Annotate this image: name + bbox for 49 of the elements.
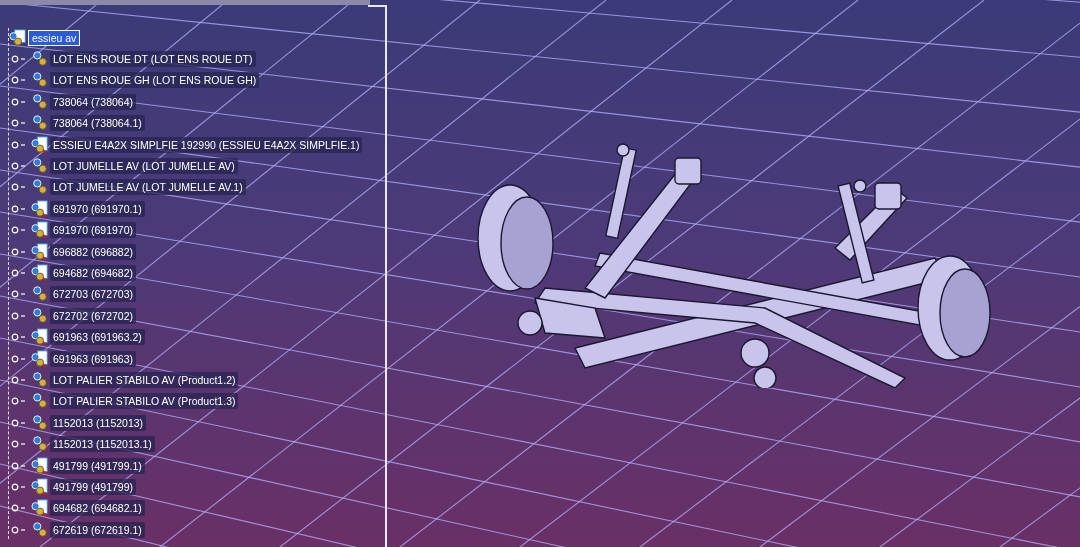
tree-node-label[interactable]: 738064 (738064.1) [50, 115, 145, 132]
product-icon [31, 71, 49, 90]
product-icon [31, 285, 49, 304]
part-icon [31, 242, 49, 261]
product-icon [9, 28, 27, 47]
part-icon [31, 221, 49, 240]
tree-node-label[interactable]: 691963 (691963) [50, 350, 136, 367]
product-icon [31, 306, 49, 325]
tree-node-label[interactable]: 672703 (672703) [50, 286, 136, 303]
tree-node-label[interactable]: 491799 (491799) [50, 478, 136, 495]
tree-node-label[interactable]: 738064 (738064) [50, 93, 136, 110]
product-icon [31, 520, 49, 539]
part-icon [31, 456, 49, 475]
product-icon [31, 392, 49, 411]
product-icon [31, 435, 49, 454]
tree-node-label[interactable]: 672702 (672702) [50, 307, 136, 324]
tree-node-label[interactable]: 491799 (491799.1) [50, 457, 145, 474]
part-icon [31, 477, 49, 496]
tree-node-label[interactable]: 672619 (672619.1) [50, 521, 145, 538]
tree-node-label[interactable]: LOT ENS ROUE GH (LOT ENS ROUE GH) [50, 72, 260, 89]
tree-node-label[interactable]: 694682 (694682.1) [50, 500, 145, 517]
tree-node-label[interactable]: 691970 (691970.1) [50, 200, 145, 217]
tree-node-label[interactable]: LOT JUMELLE AV (LOT JUMELLE AV) [50, 158, 238, 175]
product-icon [31, 157, 49, 176]
product-icon [31, 114, 49, 133]
tree-node-label[interactable]: ESSIEU E4A2X SIMPLFIE 192990 (ESSIEU E4A2X SIMPLFIE.1) [50, 136, 363, 153]
tree-node-label[interactable]: LOT PALIER STABILO AV (Product1.3) [50, 393, 239, 410]
tree-node-label[interactable]: 691970 (691970) [50, 222, 136, 239]
tree-node-label[interactable]: LOT JUMELLE AV (LOT JUMELLE AV.1) [50, 179, 246, 196]
product-icon [31, 370, 49, 389]
3d-viewport[interactable] [0, 0, 1080, 547]
tree-node-label[interactable]: LOT ENS ROUE DT (LOT ENS ROUE DT) [50, 51, 256, 68]
tree-node-label[interactable]: 694682 (694682) [50, 265, 136, 281]
tree-node-label[interactable]: essieu av [28, 29, 81, 46]
tree-node-label[interactable]: 691963 (691963.2) [50, 329, 145, 346]
tree-node-label[interactable]: LOT PALIER STABILO AV (Product1.2) [50, 371, 239, 388]
tree-node-label[interactable]: 1152013 (1152013.1) [50, 436, 155, 453]
product-icon [31, 50, 49, 69]
part-icon [31, 328, 49, 347]
product-icon [31, 178, 49, 197]
tree-node-label[interactable]: 696882 (696882) [50, 243, 136, 260]
part-icon [31, 499, 49, 518]
part-icon [31, 349, 49, 368]
part-icon [31, 199, 49, 218]
product-icon [31, 413, 49, 432]
part-icon [31, 135, 49, 154]
product-icon [31, 92, 49, 111]
part-icon [31, 264, 49, 282]
tree-node-label[interactable]: 1152013 (1152013) [50, 414, 147, 431]
